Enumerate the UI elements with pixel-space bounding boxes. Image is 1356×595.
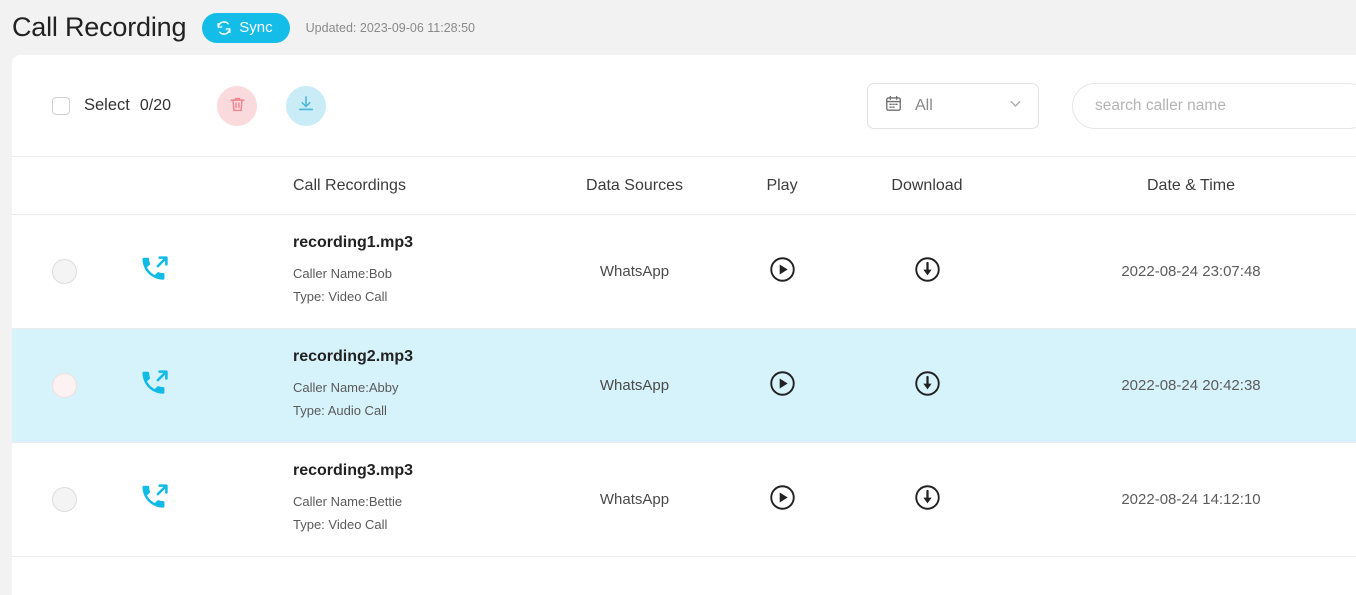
caller-name: Caller Name:Bob [293, 266, 392, 282]
row-radio[interactable] [52, 487, 77, 512]
select-count: 0/20 [139, 96, 171, 114]
file-name: recording2.mp3 [293, 348, 414, 366]
sync-button-label: Sync [239, 19, 273, 36]
table-header-row: Call Recordings Data Sources Play Downlo… [12, 157, 1356, 214]
date-time-value: 2022-08-24 14:12:10 [1121, 491, 1261, 508]
download-circle-icon[interactable] [914, 484, 941, 516]
header-date-time: Date & Time [1146, 176, 1236, 194]
date-time-value: 2022-08-24 23:07:48 [1121, 263, 1261, 280]
table-row[interactable]: recording1.mp3 Caller Name:Bob Type: Vid… [12, 215, 1356, 328]
play-circle-icon[interactable] [769, 256, 796, 288]
row-radio[interactable] [52, 373, 77, 398]
trash-icon [228, 95, 247, 117]
play-circle-icon[interactable] [769, 370, 796, 402]
data-source-value: WhatsApp [599, 491, 670, 508]
delete-button[interactable] [217, 85, 257, 126]
date-time-cell: 2022-08-24 20:42:38 [1012, 377, 1356, 394]
row-radio[interactable] [52, 259, 77, 284]
recordings-table: Call Recordings Data Sources Play Downlo… [12, 156, 1356, 557]
data-source-value: WhatsApp [599, 377, 670, 394]
download-selected-button[interactable] [286, 85, 326, 126]
calendar-icon [884, 94, 903, 118]
call-type-cell [117, 482, 192, 518]
updated-timestamp: Updated: 2023-09-06 11:28:50 [305, 20, 476, 35]
table-row[interactable]: recording3.mp3 Caller Name:Bettie Type: … [12, 443, 1356, 556]
date-time-cell: 2022-08-24 14:12:10 [1012, 491, 1356, 508]
select-all-checkbox[interactable] [52, 96, 70, 115]
download-circle-icon[interactable] [914, 256, 941, 288]
sync-button[interactable]: Sync [202, 12, 290, 43]
file-name: recording3.mp3 [293, 462, 414, 480]
play-cell [722, 256, 842, 288]
row-select-cell [12, 373, 117, 398]
page-title: Call Recording [12, 12, 187, 42]
recording-info-cell: recording1.mp3 Caller Name:Bob Type: Vid… [192, 234, 547, 309]
caller-name: Caller Name:Abby [293, 380, 399, 396]
date-filter-value: All [915, 96, 933, 114]
header-call-recordings: Call Recordings [293, 176, 406, 194]
select-group: Select 0/20 [52, 96, 171, 115]
file-name: recording1.mp3 [293, 234, 414, 252]
date-time-value: 2022-08-24 20:42:38 [1121, 377, 1261, 394]
date-filter-dropdown[interactable]: All [867, 82, 1039, 129]
recording-info-cell: recording3.mp3 Caller Name:Bettie Type: … [192, 462, 547, 537]
date-time-cell: 2022-08-24 23:07:48 [1012, 263, 1356, 280]
header-download: Download [891, 176, 963, 194]
table-row[interactable]: recording2.mp3 Caller Name:Abby Type: Au… [12, 329, 1356, 442]
header-data-sources: Data Sources [586, 176, 683, 194]
download-cell [842, 484, 1012, 516]
table-toolbar: Select 0/20 All search caller name [12, 55, 1356, 156]
outgoing-call-icon [139, 254, 170, 290]
refresh-icon [216, 20, 232, 36]
select-label: Select [84, 96, 130, 114]
caller-name: Caller Name:Bettie [293, 494, 403, 510]
data-source-cell: WhatsApp [547, 263, 722, 280]
row-select-cell [12, 259, 117, 284]
row-select-cell [12, 487, 117, 512]
search-input[interactable] [1095, 96, 1349, 115]
call-type: Type: Video Call [293, 289, 388, 304]
call-type-cell [117, 254, 192, 290]
page-header: Call Recording Sync Updated: 2023-09-06 … [0, 0, 1356, 55]
outgoing-call-icon [139, 368, 170, 404]
call-type-cell [117, 368, 192, 404]
data-source-value: WhatsApp [599, 263, 670, 280]
download-circle-icon[interactable] [914, 370, 941, 402]
outgoing-call-icon [139, 482, 170, 518]
download-icon [296, 94, 316, 117]
search-box[interactable] [1072, 82, 1356, 129]
data-source-cell: WhatsApp [547, 377, 722, 394]
play-cell [722, 484, 842, 516]
recording-info-cell: recording2.mp3 Caller Name:Abby Type: Au… [192, 348, 547, 423]
download-cell [842, 370, 1012, 402]
call-recording-card: Select 0/20 All search caller name Call … [12, 55, 1356, 595]
play-circle-icon[interactable] [769, 484, 796, 516]
download-cell [842, 256, 1012, 288]
play-cell [722, 370, 842, 402]
header-play: Play [766, 176, 798, 194]
divider [12, 556, 1356, 557]
chevron-down-icon [1007, 95, 1024, 117]
call-type: Type: Video Call [293, 517, 388, 532]
call-type: Type: Audio Call [293, 403, 387, 418]
toolbar-right-controls: All [867, 82, 1356, 129]
data-source-cell: WhatsApp [547, 491, 722, 508]
